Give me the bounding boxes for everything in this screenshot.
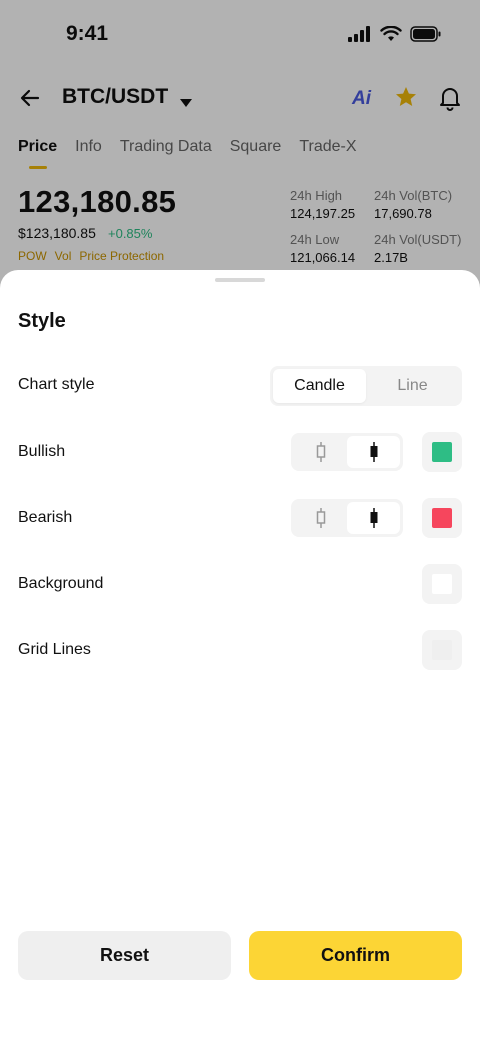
confirm-button[interactable]: Confirm (249, 931, 462, 980)
bullish-color-picker[interactable] (422, 432, 462, 472)
sheet-title: Style (18, 310, 66, 332)
sheet-grabber[interactable] (215, 278, 265, 282)
hollow-candle-icon (316, 508, 325, 528)
hollow-candle-icon (316, 442, 325, 462)
background-label: Background (18, 575, 104, 592)
bearish-candle-toggle (291, 499, 403, 537)
hollow-candle-option[interactable] (294, 436, 347, 468)
style-sheet: Style Chart style Candle Line Bullish Be… (0, 270, 480, 1040)
solid-candle-option[interactable] (347, 502, 400, 534)
chart-style-label: Chart style (18, 376, 95, 393)
bullish-label: Bullish (18, 443, 66, 460)
grid-lines-color-picker[interactable] (422, 630, 462, 670)
grid-lines-label: Grid Lines (18, 641, 91, 658)
grid-lines-row: Grid Lines (0, 630, 480, 671)
bullish-candle-toggle (291, 433, 403, 471)
bullish-row: Bullish (0, 432, 480, 473)
reset-button[interactable]: Reset (18, 931, 231, 980)
chart-style-row: Chart style Candle Line (0, 366, 480, 406)
background-row: Background (0, 564, 480, 605)
chart-style-candle-option[interactable]: Candle (273, 369, 366, 403)
background-color-swatch (432, 574, 452, 594)
solid-candle-option[interactable] (347, 436, 400, 468)
hollow-candle-option[interactable] (294, 502, 347, 534)
solid-candle-icon (370, 442, 377, 462)
solid-candle-icon (370, 508, 377, 528)
bearish-color-swatch (432, 508, 452, 528)
chart-style-line-option[interactable]: Line (366, 369, 459, 403)
bearish-row: Bearish (0, 498, 480, 539)
grid-lines-color-swatch (432, 640, 452, 660)
bearish-label: Bearish (18, 509, 73, 526)
bearish-color-picker[interactable] (422, 498, 462, 538)
background-color-picker[interactable] (422, 564, 462, 604)
chart-style-selector: Candle Line (270, 366, 462, 406)
bullish-color-swatch (432, 442, 452, 462)
